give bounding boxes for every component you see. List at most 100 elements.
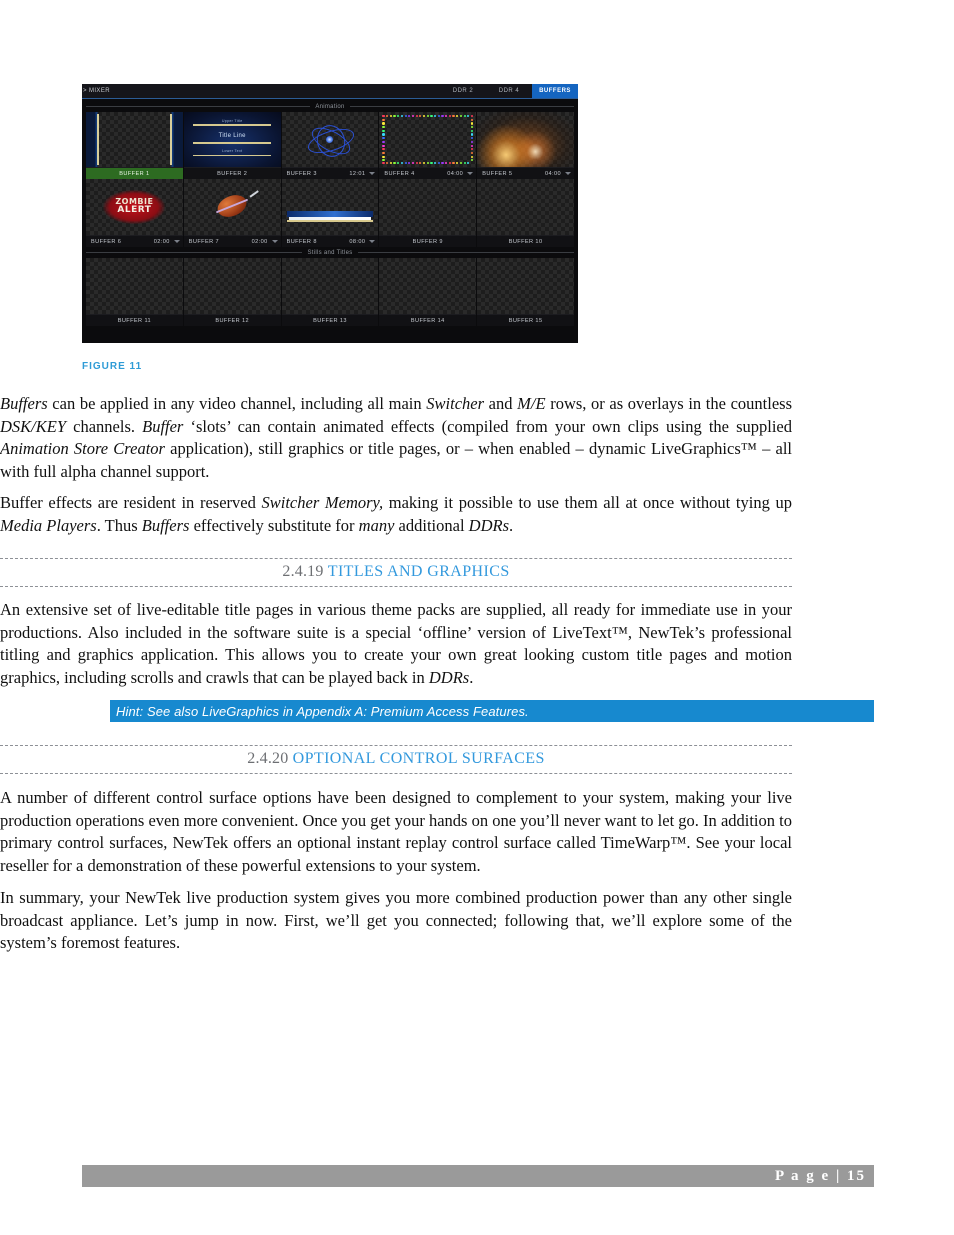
light-dot xyxy=(463,115,466,118)
buffer-cell-15[interactable]: BUFFER 15 xyxy=(477,258,574,326)
thumb-art-zombie-alert: ZOMBIE ALERT xyxy=(86,179,183,235)
buffer-label-4[interactable]: BUFFER 4 04:00 xyxy=(379,167,477,179)
light-dot xyxy=(422,161,426,164)
term-media-players: Media Players xyxy=(0,515,97,535)
thumb-art-bars xyxy=(86,112,183,167)
buffer-label-6[interactable]: BUFFER 6 02:00 xyxy=(86,235,183,247)
chevron-down-icon[interactable] xyxy=(564,172,571,175)
buffer-name-2: BUFFER 2 xyxy=(217,170,248,177)
divider-rule-left xyxy=(86,252,303,253)
buffer-name-4: BUFFER 4 xyxy=(384,170,415,177)
buffer-thumbnail-6[interactable]: ZOMBIE ALERT xyxy=(86,179,183,235)
thumb-art-globe xyxy=(282,112,379,167)
buffer-cell-2[interactable]: Upper Title Title Line Lower Text BUFFER… xyxy=(183,112,281,179)
chevron-down-icon[interactable] xyxy=(369,172,376,175)
buffer-cell-3[interactable]: BUFFER 3 12:01 xyxy=(281,112,379,179)
section-number-2419: 2.4.19 xyxy=(282,563,324,580)
buffer-thumbnail-4[interactable] xyxy=(379,112,477,167)
tab-ddr2[interactable]: DDR 2 xyxy=(440,84,486,98)
buffer-thumbnail-15[interactable] xyxy=(477,258,574,314)
light-dot xyxy=(419,115,422,118)
light-dot xyxy=(448,115,451,118)
buffer-name-5: BUFFER 5 xyxy=(482,170,513,177)
buffer-cell-10[interactable]: BUFFER 10 xyxy=(477,179,574,247)
buffer-cell-1[interactable]: BUFFER 1 xyxy=(86,112,183,179)
buffer-label-5[interactable]: BUFFER 5 04:00 xyxy=(477,167,574,179)
buffer-name-12: BUFFER 12 xyxy=(215,317,250,324)
p5-seg1: In summary, your NewTek live production … xyxy=(0,888,792,953)
chevron-down-icon[interactable] xyxy=(173,240,180,243)
buffer-thumbnail-3[interactable] xyxy=(281,112,379,167)
light-dot xyxy=(393,115,396,118)
paragraph-title-pages: An extensive set of live-editable title … xyxy=(0,599,792,689)
light-dot xyxy=(415,161,418,164)
chevron-down-icon[interactable] xyxy=(369,240,376,243)
buffer-cell-12[interactable]: BUFFER 12 xyxy=(183,258,281,326)
buffer-label-7[interactable]: BUFFER 7 02:00 xyxy=(183,235,281,247)
buffer-thumbnail-8[interactable] xyxy=(281,179,379,235)
thumb-art-lower-third xyxy=(287,211,373,223)
light-dot xyxy=(389,115,392,118)
section-heading-titles-and-graphics: 2.4.19 TITLES AND GRAPHICS xyxy=(0,558,792,587)
light-dot xyxy=(437,115,440,118)
buffer-label-3[interactable]: BUFFER 3 12:01 xyxy=(281,167,379,179)
buffer-thumbnail-7[interactable] xyxy=(183,179,281,235)
buffer-cell-7[interactable]: BUFFER 7 02:00 xyxy=(183,179,281,247)
buffer-thumbnail-10[interactable] xyxy=(477,179,574,235)
page-footer: P a g e | 15 xyxy=(82,1165,874,1187)
tab-buffers[interactable]: BUFFERS xyxy=(532,84,578,98)
buffer-thumbnail-2[interactable]: Upper Title Title Line Lower Text xyxy=(183,112,281,167)
buffer-row-3: BUFFER 11 BUFFER 12 BUFFER 13 BUFFER 14 xyxy=(86,258,574,326)
light-dot xyxy=(382,144,385,147)
buffer-label-13[interactable]: BUFFER 13 xyxy=(281,314,379,326)
buffer-label-12[interactable]: BUFFER 12 xyxy=(183,314,281,326)
light-dot xyxy=(463,161,466,164)
tab-ddr4[interactable]: DDR 4 xyxy=(486,84,532,98)
buffer-thumbnail-9[interactable] xyxy=(379,179,477,235)
buffer-cell-14[interactable]: BUFFER 14 xyxy=(379,258,477,326)
p1-seg8: channels. xyxy=(66,416,143,436)
buffer-label-1[interactable]: BUFFER 1 xyxy=(86,167,183,179)
buffer-thumbnail-1[interactable] xyxy=(86,112,183,167)
buffer-thumbnail-14[interactable] xyxy=(379,258,477,314)
buffer-label-2[interactable]: BUFFER 2 xyxy=(183,167,281,179)
buffer-name-13: BUFFER 13 xyxy=(313,317,347,324)
buffer-label-10[interactable]: BUFFER 10 xyxy=(477,235,574,247)
buffer-label-8[interactable]: BUFFER 8 08:00 xyxy=(281,235,379,247)
zombie-line-2: ALERT xyxy=(117,205,152,216)
buffer-thumbnail-11[interactable] xyxy=(86,258,183,314)
buffer-cell-4[interactable]: BUFFER 4 04:00 xyxy=(379,112,477,179)
group-label-animation: Animation xyxy=(315,103,345,110)
light-dot xyxy=(430,161,433,164)
buffer-cell-11[interactable]: BUFFER 11 xyxy=(86,258,183,326)
buffer-thumbnail-13[interactable] xyxy=(281,258,379,314)
group-divider-stills: Stills and Titles xyxy=(86,247,574,258)
buffer-thumbnail-5[interactable] xyxy=(477,112,574,167)
chevron-down-icon[interactable] xyxy=(271,240,278,243)
light-dot xyxy=(452,161,455,164)
hint-text: Hint: See also LiveGraphics in Appendix … xyxy=(116,703,529,719)
chevron-down-icon[interactable] xyxy=(467,172,474,175)
buffer-cell-9[interactable]: BUFFER 9 xyxy=(379,179,477,247)
p2-seg9: additional xyxy=(394,515,469,535)
buffer-thumbnail-12[interactable] xyxy=(183,258,281,314)
title-art-upper: Upper Title xyxy=(221,119,243,124)
p1-seg2: can be applied in any video channel, inc… xyxy=(47,394,427,413)
buffer-label-9[interactable]: BUFFER 9 xyxy=(379,235,477,247)
light-dot xyxy=(467,115,470,118)
buffer-cell-5[interactable]: BUFFER 5 04:00 xyxy=(477,112,574,179)
buffer-label-11[interactable]: BUFFER 11 xyxy=(86,314,183,326)
buffer-label-15[interactable]: BUFFER 15 xyxy=(477,314,574,326)
p1-seg10: ‘slots’ can contain animated effects (co… xyxy=(183,416,792,436)
buffer-cell-6[interactable]: ZOMBIE ALERT BUFFER 6 02:00 xyxy=(86,179,183,247)
buffer-cell-13[interactable]: BUFFER 13 xyxy=(281,258,379,326)
thumb-art-ball xyxy=(184,179,281,235)
buffer-cell-8[interactable]: BUFFER 8 08:00 xyxy=(281,179,379,247)
buffer-label-14[interactable]: BUFFER 14 xyxy=(379,314,477,326)
p2-seg11: . xyxy=(509,515,514,535)
thumb-art-title-page: Upper Title Title Line Lower Text xyxy=(183,112,281,167)
light-dot xyxy=(459,115,463,118)
section-number-2420: 2.4.20 xyxy=(247,750,289,767)
app-title: > MIXER xyxy=(83,88,110,94)
light-dot xyxy=(382,129,385,132)
